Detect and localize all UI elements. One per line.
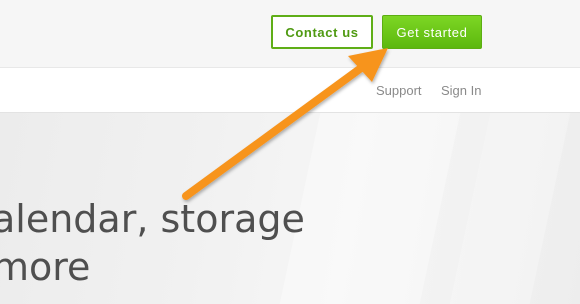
top-header-bar: Contact us Get started [0,0,580,67]
hero-heading-line-1: alendar, storage [0,197,305,241]
hero-section: alendar, storage more [0,113,580,304]
secondary-nav: Support Sign In [0,67,580,113]
contact-us-button[interactable]: Contact us [271,15,373,49]
get-started-button[interactable]: Get started [382,15,482,49]
hero-background-shape [449,113,571,304]
sign-in-link[interactable]: Sign In [441,83,481,98]
support-link[interactable]: Support [376,83,422,98]
hero-heading-line-2: more [0,245,91,289]
hero-background-shape [279,113,461,304]
